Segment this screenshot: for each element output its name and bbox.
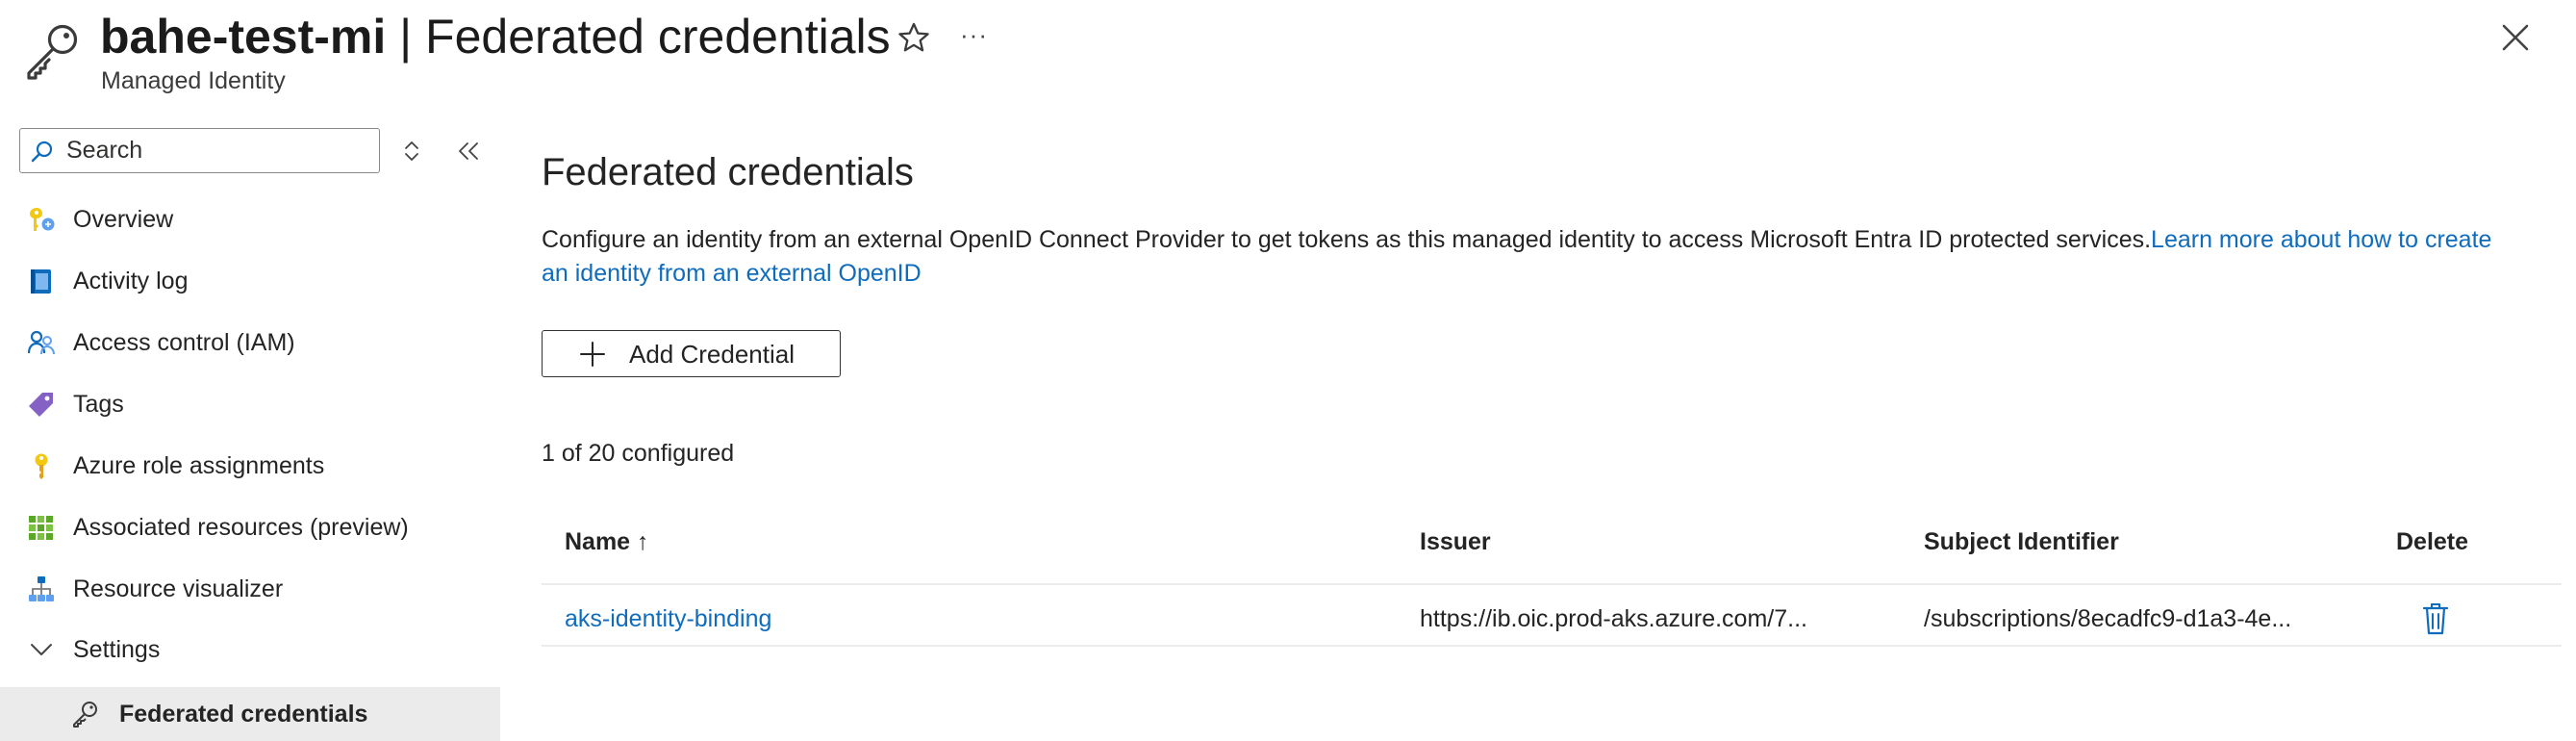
more-icon[interactable]: ··· xyxy=(960,15,998,54)
overview-icon xyxy=(30,208,55,231)
search-icon xyxy=(31,141,53,163)
sidebar-item-access-control[interactable]: Access control (IAM) xyxy=(0,316,500,370)
page-title: bahe-test-mi | Federated credentials xyxy=(100,8,891,65)
add-credential-label: Add Credential xyxy=(629,340,795,369)
star-icon[interactable] xyxy=(895,19,933,58)
key-icon xyxy=(27,24,78,80)
column-header-issuer: Issuer xyxy=(1420,528,1491,555)
section-title: Federated credentials xyxy=(542,151,914,193)
plus-icon xyxy=(580,342,605,367)
column-header-label: Name xyxy=(565,528,631,555)
people-icon xyxy=(27,330,55,355)
description-text: Configure an identity from an external O… xyxy=(542,226,2152,253)
sort-ascending-icon: ↑ xyxy=(637,528,649,555)
search-input[interactable] xyxy=(66,133,369,168)
delete-icon[interactable] xyxy=(2420,600,2451,637)
sidebar-item-label: Azure role assignments xyxy=(73,452,325,479)
sidebar-item-tags[interactable]: Tags xyxy=(0,377,500,431)
grid-icon xyxy=(29,516,53,540)
sidebar-item-label: Overview xyxy=(73,206,174,233)
sidebar-search xyxy=(19,128,380,173)
page-description: Configure an identity from an external O… xyxy=(542,223,2523,291)
credential-issuer: https://ib.oic.prod-aks.azure.com/7... xyxy=(1420,605,1807,632)
column-header-delete: Delete xyxy=(2396,528,2469,555)
key-icon xyxy=(35,453,48,479)
activity-log-icon xyxy=(31,269,51,294)
sidebar-item-federated-credentials[interactable]: Federated credentials xyxy=(0,687,500,741)
tag-icon xyxy=(29,393,53,417)
sidebar-item-label: Federated credentials xyxy=(119,701,368,728)
page-name: Federated credentials xyxy=(425,10,891,64)
resource-type: Managed Identity xyxy=(101,67,286,94)
sidebar-item-label: Activity log xyxy=(73,268,189,294)
sidebar-item-resource-visualizer[interactable]: Resource visualizer xyxy=(0,562,500,616)
sidebar-item-overview[interactable]: Overview xyxy=(0,192,500,246)
sidebar-item-activity-log[interactable]: Activity log xyxy=(0,254,500,308)
federated-credentials-page: bahe-test-mi | Federated credentials Man… xyxy=(0,0,2576,741)
sidebar-group-label: Settings xyxy=(73,636,161,663)
sidebar-group-settings[interactable]: Settings xyxy=(0,623,500,677)
sidebar-item-associated-resources[interactable]: Associated resources (preview) xyxy=(0,500,500,554)
title-separator: | xyxy=(386,10,426,64)
key-icon xyxy=(73,702,97,728)
row-divider xyxy=(542,645,2562,647)
sidebar-item-label: Associated resources (preview) xyxy=(73,514,409,541)
sidebar-item-label: Access control (IAM) xyxy=(73,329,295,356)
collapse-sidebar-icon[interactable] xyxy=(454,139,483,164)
sidebar-item-azure-role-assignments[interactable]: Azure role assignments xyxy=(0,439,500,493)
configured-count: 1 of 20 configured xyxy=(542,440,735,467)
hierarchy-icon xyxy=(29,576,54,601)
add-credential-button[interactable]: Add Credential xyxy=(542,330,841,377)
credential-subject-identifier: /subscriptions/8ecadfc9-d1a3-4e... xyxy=(1924,605,2292,632)
chevron-down-icon xyxy=(31,644,52,655)
sidebar-item-label: Resource visualizer xyxy=(73,575,284,602)
resource-name: bahe-test-mi xyxy=(100,10,387,64)
column-header-subject-identifier: Subject Identifier xyxy=(1924,528,2119,555)
close-icon[interactable] xyxy=(2495,17,2536,58)
header-divider xyxy=(542,583,2562,585)
credential-name-link[interactable]: aks-identity-binding xyxy=(565,604,771,633)
sort-updown-icon[interactable] xyxy=(400,139,423,164)
sidebar-item-label: Tags xyxy=(73,391,124,418)
column-header-name[interactable]: Name ↑ xyxy=(565,527,649,556)
